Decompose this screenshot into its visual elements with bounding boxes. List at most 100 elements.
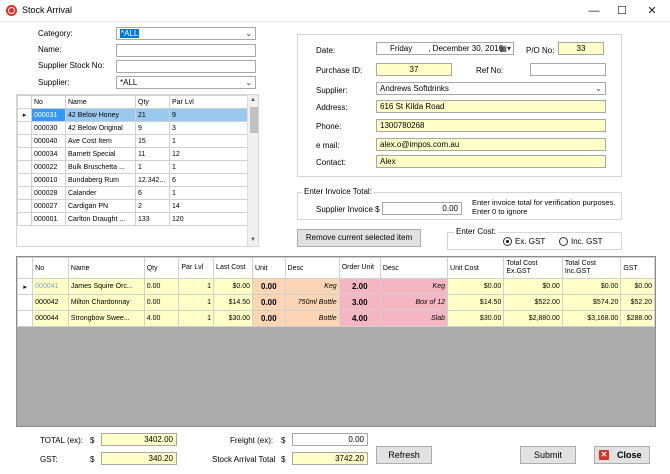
cell-order-desc[interactable]: Slab bbox=[379, 310, 449, 327]
cell-name[interactable]: James Squire Orc... bbox=[67, 278, 145, 295]
supplier-invoice-input[interactable]: 0.00 bbox=[382, 202, 462, 215]
close-window-button[interactable]: ✕ bbox=[638, 0, 666, 22]
cell-no[interactable]: 000044 bbox=[32, 310, 69, 327]
cell-unit[interactable]: 0.00 bbox=[252, 278, 286, 295]
cell-par-lvl[interactable]: 120 bbox=[169, 212, 248, 226]
col-header-desc[interactable]: Desc bbox=[284, 257, 340, 279]
cell-name[interactable]: Bundaberg Rum bbox=[65, 173, 136, 187]
cell-name[interactable]: Calander bbox=[65, 186, 136, 200]
cell-gst[interactable]: $288.00 bbox=[620, 310, 655, 327]
cell-name[interactable]: Ave Cost Item bbox=[65, 134, 136, 148]
table-row[interactable]: 000010 Bundaberg Rum 12.342... 6 bbox=[17, 173, 248, 187]
cell-qty[interactable]: 4.00 bbox=[143, 310, 180, 327]
cell-qty[interactable]: 133 bbox=[135, 212, 170, 226]
cell-no[interactable]: 000031 bbox=[31, 108, 66, 122]
close-button[interactable]: ✕ Close bbox=[594, 446, 650, 464]
cell-desc[interactable]: 750ml Bottle bbox=[284, 294, 340, 311]
table-row[interactable]: 000001 Carlton Draught ... 133 120 bbox=[17, 212, 248, 226]
table-row[interactable]: 000040 Ave Cost Item 15 1 bbox=[17, 134, 248, 148]
minimize-button[interactable]: — bbox=[580, 0, 608, 22]
table-row[interactable]: 000022 Bulk Bruschetta ... 1 1 bbox=[17, 160, 248, 174]
col-header-qty[interactable]: Qty bbox=[143, 257, 180, 279]
cell-par-lvl[interactable]: 1 bbox=[169, 186, 248, 200]
ref-input[interactable] bbox=[530, 63, 606, 76]
col-header-total-inc-gst[interactable]: Total Cost Inc.GST bbox=[561, 257, 622, 279]
col-header-unit-cost[interactable]: Unit Cost bbox=[447, 257, 505, 279]
cell-par-lvl[interactable]: 9 bbox=[169, 108, 248, 122]
contact-input[interactable]: Alex bbox=[376, 155, 606, 168]
col-header-no[interactable]: No bbox=[32, 257, 69, 279]
category-select[interactable]: *ALL ⌄ bbox=[116, 27, 256, 40]
table-row[interactable]: 000028 Calander 6 1 bbox=[17, 186, 248, 200]
cell-unit[interactable]: 0.00 bbox=[252, 294, 286, 311]
cell-no[interactable]: 000034 bbox=[31, 147, 66, 161]
phone-input[interactable]: 1300780268 bbox=[376, 119, 606, 132]
cell-name[interactable]: Carlton Draught ... bbox=[65, 212, 136, 226]
email-input[interactable]: alex.o@impos.com.au bbox=[376, 138, 606, 151]
cell-par-lvl[interactable]: 1 bbox=[169, 134, 248, 148]
col-header-name[interactable]: Name bbox=[67, 257, 145, 279]
calendar-icon[interactable]: ▦▾ bbox=[499, 43, 511, 54]
cell-qty[interactable]: 9 bbox=[135, 121, 170, 135]
table-row[interactable]: 000042 Milton Chardonnay 0.00 1 $14.50 0… bbox=[17, 294, 655, 311]
cell-total-inc-gst[interactable]: $3,168.00 bbox=[561, 310, 622, 327]
remove-selected-button[interactable]: Remove current selected item bbox=[297, 229, 421, 247]
supplier-select[interactable]: Andrews Softdrinks ⌄ bbox=[376, 82, 606, 95]
cell-order-unit[interactable]: 4.00 bbox=[338, 310, 381, 327]
name-input[interactable] bbox=[116, 44, 256, 57]
stock-grid-scrollbar[interactable]: ▲ ▼ bbox=[247, 95, 258, 246]
cell-qty[interactable]: 6 bbox=[135, 186, 170, 200]
cell-no[interactable]: 000041 bbox=[32, 278, 69, 295]
maximize-button[interactable]: ☐ bbox=[608, 0, 636, 22]
cell-no[interactable]: 000001 bbox=[31, 212, 66, 226]
scroll-thumb[interactable] bbox=[250, 107, 258, 133]
cell-no[interactable]: 000027 bbox=[31, 199, 66, 213]
cell-desc[interactable]: Bottle bbox=[284, 310, 340, 327]
inc-gst-radio[interactable] bbox=[559, 237, 568, 246]
cell-total-inc-gst[interactable]: $574.20 bbox=[561, 294, 622, 311]
cell-qty[interactable]: 1 bbox=[135, 160, 170, 174]
cell-unit[interactable]: 0.00 bbox=[252, 310, 286, 327]
cell-par-lvl[interactable]: 1 bbox=[178, 310, 215, 327]
cell-no[interactable]: 000040 bbox=[31, 134, 66, 148]
scroll-up-icon[interactable]: ▲ bbox=[250, 97, 256, 103]
col-header-no[interactable]: No bbox=[31, 95, 66, 109]
cell-no[interactable]: 000028 bbox=[31, 186, 66, 200]
table-row[interactable]: ▸ 000041 James Squire Orc... 0.00 1 $0.0… bbox=[17, 278, 655, 295]
cell-order-unit[interactable]: 2.00 bbox=[338, 278, 381, 295]
cell-par-lvl[interactable]: 1 bbox=[178, 294, 215, 311]
col-header-unit[interactable]: Unit bbox=[252, 257, 286, 279]
col-header-order-unit[interactable]: Order Unit bbox=[338, 257, 381, 279]
cell-last-cost[interactable]: $14.50 bbox=[213, 294, 254, 311]
cell-par-lvl[interactable]: 1 bbox=[169, 160, 248, 174]
cell-last-cost[interactable]: $0.00 bbox=[213, 278, 254, 295]
cell-name[interactable]: 42 Below Honey bbox=[65, 108, 136, 122]
purchase-id-input[interactable]: 37 bbox=[376, 63, 452, 76]
cell-name[interactable]: 42 Below Original bbox=[65, 121, 136, 135]
cell-no[interactable]: 000030 bbox=[31, 121, 66, 135]
col-header-par-lvl[interactable]: Par Lvl bbox=[169, 95, 248, 109]
freight-input[interactable]: 0.00 bbox=[292, 433, 368, 446]
refresh-button[interactable]: Refresh bbox=[376, 446, 432, 464]
submit-button[interactable]: Submit bbox=[520, 446, 576, 464]
table-row[interactable]: 000027 Cardigan PN 2 14 bbox=[17, 199, 248, 213]
cell-total-ex-gst[interactable]: $2,880.00 bbox=[503, 310, 563, 327]
cell-total-inc-gst[interactable]: $0.00 bbox=[561, 278, 622, 295]
cell-qty[interactable]: 15 bbox=[135, 134, 170, 148]
cell-par-lvl[interactable]: 14 bbox=[169, 199, 248, 213]
cell-total-ex-gst[interactable]: $522.00 bbox=[503, 294, 563, 311]
cell-name[interactable]: Milton Chardonnay bbox=[67, 294, 145, 311]
cell-gst[interactable]: $0.00 bbox=[620, 278, 655, 295]
cell-order-desc[interactable]: Box of 12 bbox=[379, 294, 449, 311]
cell-name[interactable]: Bulk Bruschetta ... bbox=[65, 160, 136, 174]
cell-no[interactable]: 000022 bbox=[31, 160, 66, 174]
cell-name[interactable]: Barnett Special bbox=[65, 147, 136, 161]
cell-order-unit[interactable]: 3.00 bbox=[338, 294, 381, 311]
cell-name[interactable]: Cardigan PN bbox=[65, 199, 136, 213]
col-header-last-cost[interactable]: Last Cost bbox=[213, 257, 254, 279]
po-input[interactable]: 33 bbox=[558, 42, 604, 55]
col-header-name[interactable]: Name bbox=[65, 95, 136, 109]
cell-par-lvl[interactable]: 6 bbox=[169, 173, 248, 187]
table-row[interactable]: 000034 Barnett Special 11 12 bbox=[17, 147, 248, 161]
date-picker[interactable]: Friday , December 30, 2016 ▦▾ bbox=[376, 42, 514, 55]
